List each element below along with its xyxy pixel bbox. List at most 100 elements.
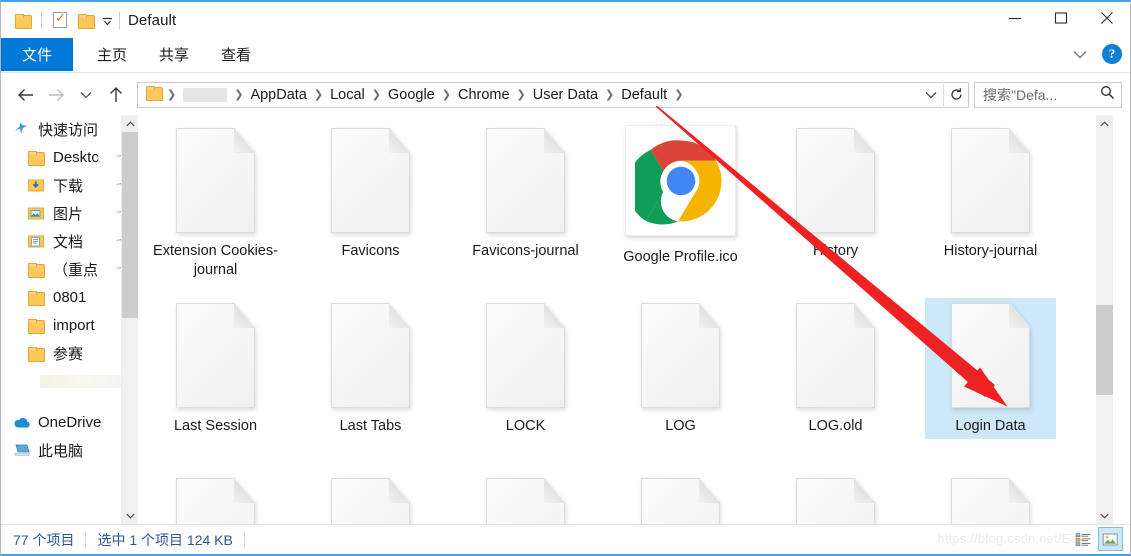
file-item[interactable] — [913, 465, 1068, 524]
sidebar-item-desktop[interactable]: Desktc 📌 — [1, 143, 138, 171]
file-item[interactable]: Last Session — [138, 290, 293, 465]
sidebar-item-label: 文档 — [53, 233, 84, 251]
breadcrumb-item-google[interactable]: Google — [384, 87, 439, 103]
file-item[interactable]: History — [758, 115, 913, 290]
generic-file-icon — [796, 303, 875, 408]
sidebar-item-quick-access[interactable]: 快速访问 — [1, 115, 138, 143]
sidebar-item-zhongdian[interactable]: （重点 📌 — [1, 255, 138, 283]
sidebar-item-documents[interactable]: 文档 📌 — [1, 227, 138, 255]
chevron-down-icon[interactable] — [919, 83, 943, 107]
file-list-pane[interactable]: Extension Cookies-journal Favicons Favic… — [138, 115, 1113, 524]
breadcrumb-separator[interactable]: ❯ — [439, 88, 454, 101]
sidebar-item-import[interactable]: import — [1, 311, 138, 339]
breadcrumb-separator[interactable]: ❯ — [164, 88, 179, 101]
file-item[interactable] — [758, 465, 913, 524]
scrollbar-thumb[interactable] — [122, 132, 138, 318]
tab-share[interactable]: 共享 — [143, 38, 205, 71]
generic-file-icon — [176, 128, 255, 233]
file-item[interactable]: LOCK — [448, 290, 603, 465]
tab-view[interactable]: 查看 — [205, 38, 267, 71]
address-bar[interactable]: ❯ ❯ AppData ❯ Local ❯ Google ❯ Chrome ❯ … — [137, 81, 969, 108]
file-item[interactable]: LOG.old — [758, 290, 913, 465]
file-item[interactable]: Favicons-journal — [448, 115, 603, 290]
file-name: Extension Cookies-journal — [153, 243, 278, 278]
address-bar-controls — [919, 83, 968, 107]
sidebar-item-pictures[interactable]: 图片 📌 — [1, 199, 138, 227]
forward-button[interactable] — [41, 80, 71, 110]
file-item[interactable]: LOG — [603, 290, 758, 465]
scrollbar-thumb[interactable] — [1096, 305, 1113, 395]
large-icons-view-button[interactable] — [1098, 527, 1123, 551]
breadcrumb-separator[interactable]: ❯ — [369, 88, 384, 101]
file-item[interactable] — [293, 465, 448, 524]
file-name: Favicons — [341, 243, 400, 259]
search-icon[interactable] — [1100, 85, 1115, 105]
folder-icon — [146, 85, 163, 104]
sidebar-item-0801[interactable]: 0801 — [1, 283, 138, 311]
close-button[interactable] — [1084, 2, 1130, 34]
breadcrumb-item-local[interactable]: Local — [326, 87, 369, 103]
sidebar-item-onedrive[interactable]: OneDrive — [1, 408, 138, 436]
generic-file-icon — [641, 303, 720, 408]
tab-file[interactable]: 文件 — [1, 38, 73, 71]
scroll-up-icon[interactable] — [1096, 115, 1113, 132]
divider — [243, 532, 245, 547]
sidebar-item-cansai[interactable]: 参赛 — [1, 339, 138, 367]
breadcrumb-separator[interactable]: ❯ — [602, 88, 617, 101]
folder-icon — [28, 288, 47, 306]
breadcrumb-item-chrome[interactable]: Chrome — [454, 87, 514, 103]
tab-home[interactable]: 主页 — [81, 38, 143, 71]
file-item[interactable]: Favicons — [293, 115, 448, 290]
navigation-pane-scrollbar[interactable] — [121, 115, 138, 524]
breadcrumb-separator[interactable]: ❯ — [231, 88, 246, 101]
breadcrumb-item-redacted[interactable] — [183, 87, 228, 102]
breadcrumb: ❯ ❯ AppData ❯ Local ❯ Google ❯ Chrome ❯ … — [138, 83, 919, 107]
quick-access-toolbar: Default — [1, 7, 176, 33]
sidebar-item-label: 参赛 — [53, 345, 84, 363]
help-button[interactable]: ? — [1102, 44, 1122, 64]
new-folder-icon[interactable] — [73, 7, 99, 33]
file-item[interactable] — [603, 465, 758, 524]
folder-icon — [28, 344, 47, 362]
sidebar-item-label: 下载 — [53, 177, 84, 195]
up-button[interactable] — [101, 80, 131, 110]
recent-locations-dropdown-icon[interactable] — [71, 80, 101, 110]
breadcrumb-item-default[interactable]: Default — [617, 87, 671, 103]
breadcrumb-separator[interactable]: ❯ — [671, 88, 686, 101]
generic-file-icon — [796, 478, 875, 524]
file-name: Google Profile.ico — [623, 249, 738, 265]
folder-icon — [28, 260, 47, 278]
breadcrumb-item-user-data[interactable]: User Data — [529, 87, 602, 103]
file-item[interactable]: Last Tabs — [293, 290, 448, 465]
breadcrumb-item-appdata[interactable]: AppData — [246, 87, 310, 103]
file-item[interactable]: Extension Cookies-journal — [138, 115, 293, 290]
search-input[interactable]: 搜索"Defa... — [974, 81, 1122, 108]
maximize-button[interactable] — [1038, 2, 1084, 34]
scroll-down-icon[interactable] — [1096, 507, 1113, 524]
customize-dropdown-icon[interactable] — [99, 8, 115, 34]
file-list-scrollbar[interactable] — [1096, 115, 1113, 524]
refresh-icon[interactable] — [944, 83, 968, 107]
minimize-button[interactable] — [992, 2, 1038, 34]
scroll-down-icon[interactable] — [122, 507, 138, 524]
file-item[interactable] — [138, 465, 293, 524]
back-button[interactable] — [11, 80, 41, 110]
file-explorer-window: Default 文件 主页 共享 查看 ? — [0, 0, 1131, 556]
file-item[interactable]: Google Profile.ico — [603, 115, 758, 290]
generic-file-icon — [486, 478, 565, 524]
navigation-pane: 快速访问 Desktc 📌 下载 📌 — [1, 115, 138, 524]
scroll-up-icon[interactable] — [122, 115, 138, 132]
breadcrumb-separator[interactable]: ❯ — [311, 88, 326, 101]
details-view-button[interactable] — [1071, 527, 1096, 551]
file-item[interactable] — [448, 465, 603, 524]
folder-icon[interactable] — [10, 7, 36, 33]
breadcrumb-separator[interactable]: ❯ — [514, 88, 529, 101]
file-name: Favicons-journal — [472, 243, 579, 259]
chevron-down-icon[interactable] — [1068, 42, 1092, 66]
sidebar-item-this-pc[interactable]: 此电脑 — [1, 436, 138, 464]
sidebar-item-redacted[interactable] — [1, 367, 138, 395]
properties-icon[interactable] — [47, 7, 73, 33]
file-item[interactable]: History-journal — [913, 115, 1068, 290]
file-item-login-data[interactable]: Login Data — [913, 290, 1068, 465]
sidebar-item-downloads[interactable]: 下载 📌 — [1, 171, 138, 199]
